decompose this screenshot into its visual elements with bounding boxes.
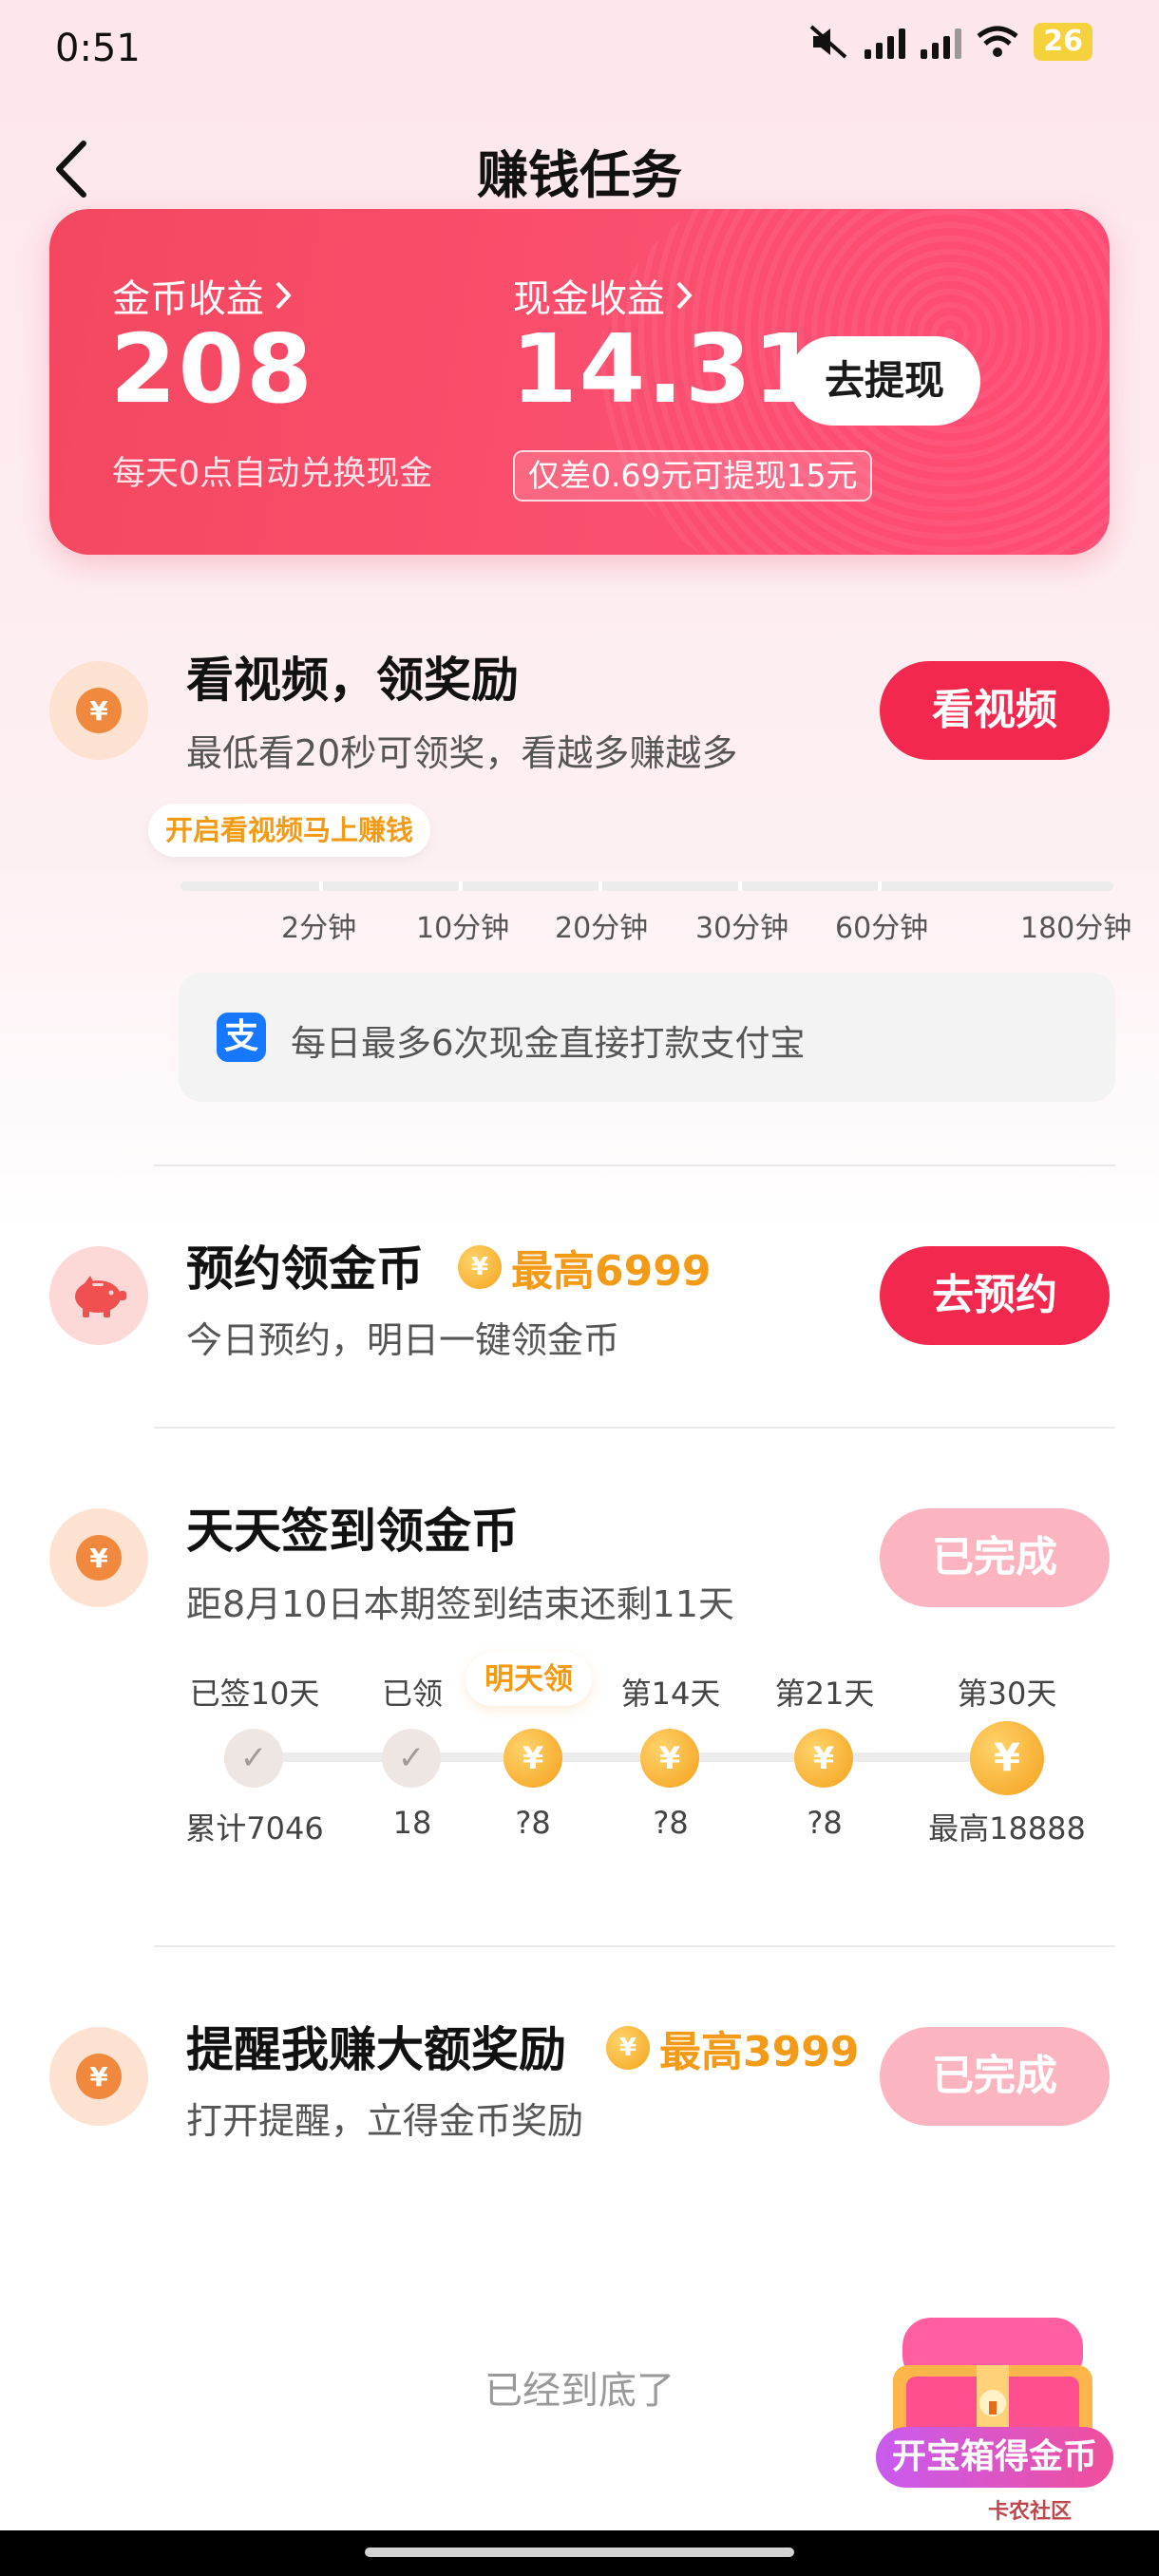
signin-done-button[interactable]: 已完成 <box>880 1508 1110 1607</box>
signin-day-top: 已签10天 <box>189 1676 320 1712</box>
milestone-label: 30分钟 <box>695 912 789 945</box>
remind-task-desc: 打开提醒，立得金币奖励 <box>186 2100 584 2142</box>
coin-icon: ¥ <box>76 1535 122 1581</box>
alipay-notice-text: 每日最多6次现金直接打款支付宝 <box>291 1023 806 1064</box>
status-time: 0:51 <box>55 27 141 70</box>
progress-tick <box>459 881 463 891</box>
coin-icon: ¥ <box>970 1721 1044 1795</box>
coin-icon: ¥ <box>606 2026 650 2070</box>
signin-day-bottom: 最高18888 <box>928 1810 1086 1847</box>
reserve-badge: ¥ 最高6999 <box>458 1237 711 1297</box>
remind-badge: ¥ 最高3999 <box>606 2017 859 2078</box>
signin-task-title: 天天签到领金币 <box>186 1504 519 1559</box>
alipay-icon: 支 <box>217 1013 266 1062</box>
video-task-desc: 最低看20秒可领奖，看越多赚越多 <box>186 732 738 774</box>
milestone-label: 10分钟 <box>416 912 510 945</box>
coin-earnings-note: 每天0点自动兑换现金 <box>112 455 433 493</box>
withdraw-button[interactable]: 去提现 <box>788 336 980 426</box>
divider <box>154 1945 1115 1947</box>
signal-icon-2 <box>921 25 962 59</box>
check-icon: ✓ <box>224 1729 283 1788</box>
signin-task-desc: 距8月10日本期签到结束还剩11天 <box>186 1583 734 1625</box>
progress-tick <box>878 881 882 891</box>
milestone-label: 60分钟 <box>835 912 929 945</box>
milestone-label: 20分钟 <box>555 912 649 945</box>
remind-task-title: 提醒我赚大额奖励 <box>186 2022 566 2077</box>
signin-day-top: 第30天 <box>957 1676 1057 1712</box>
coin-icon: ¥ <box>76 2054 122 2099</box>
page-title: 赚钱任务 <box>477 145 682 205</box>
home-indicator[interactable] <box>365 2548 794 2557</box>
remind-task-icon: ¥ <box>49 2027 148 2126</box>
video-progress-tip: 开启看视频马上赚钱 <box>148 804 431 857</box>
coin-icon: ¥ <box>458 1245 502 1289</box>
signin-day-top: 第21天 <box>774 1676 875 1712</box>
signin-day-top: 第14天 <box>620 1676 721 1712</box>
watermark: 卡农社区 <box>988 2500 1073 2524</box>
mute-icon <box>809 25 847 59</box>
cash-earnings-value: 14.31 <box>511 313 822 425</box>
divider <box>154 1427 1115 1429</box>
reserve-task-desc: 今日预约，明日一键领金币 <box>186 1319 620 1361</box>
reserve-button[interactable]: 去预约 <box>880 1246 1110 1345</box>
signin-day-bottom: ?8 <box>653 1805 689 1841</box>
watch-video-button[interactable]: 看视频 <box>880 661 1110 760</box>
reserve-task-icon <box>49 1246 148 1345</box>
remind-badge-text: 最高3999 <box>659 2028 860 2076</box>
progress-tick <box>738 881 742 891</box>
milestone-label: 2分钟 <box>281 912 357 945</box>
coin-icon: ¥ <box>640 1729 699 1788</box>
tomorrow-tag: 明天领 <box>466 1653 592 1706</box>
progress-tick <box>319 881 323 891</box>
signin-progress-track <box>256 1752 1007 1762</box>
chevron-right-icon <box>676 281 693 310</box>
remind-done-button[interactable]: 已完成 <box>880 2027 1110 2126</box>
coin-icon: ¥ <box>794 1729 853 1788</box>
coin-icon: ¥ <box>76 688 122 733</box>
signin-task-icon: ¥ <box>49 1508 148 1607</box>
signal-icon <box>864 25 906 59</box>
video-task-title: 看视频，领奖励 <box>186 653 519 708</box>
status-icons: 26 <box>808 23 1092 61</box>
wifi-icon <box>977 26 1018 57</box>
signin-day-bottom: 累计7046 <box>185 1810 324 1847</box>
coin-icon: ¥ <box>504 1729 562 1788</box>
open-treasure-button[interactable]: 开宝箱得金币 <box>876 2427 1113 2488</box>
reserve-badge-text: 最高6999 <box>511 1247 712 1296</box>
piggy-bank-icon <box>75 1276 126 1317</box>
milestone-label: 180分钟 <box>1020 912 1132 945</box>
coin-earnings-value: 208 <box>110 313 314 425</box>
video-task-icon: ¥ <box>49 661 148 760</box>
chevron-right-icon <box>276 281 292 310</box>
withdraw-gap-tip: 仅差0.69元可提现15元 <box>513 450 873 502</box>
battery-icon: 26 <box>1034 23 1092 61</box>
divider <box>154 1165 1115 1166</box>
reserve-task-title: 预约领金币 <box>186 1241 424 1297</box>
progress-tick <box>598 881 602 891</box>
signin-day-bottom: ?8 <box>807 1805 843 1841</box>
check-icon: ✓ <box>382 1729 441 1788</box>
